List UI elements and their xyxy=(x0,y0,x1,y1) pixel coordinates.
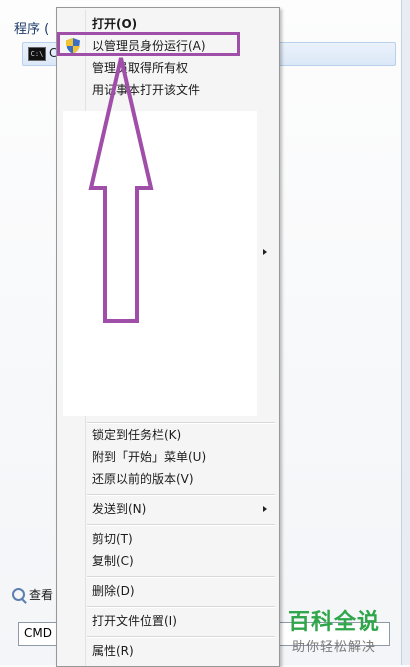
menu-item-label: 属性(R) xyxy=(92,644,134,658)
see-more-results-link[interactable]: 查看 xyxy=(12,586,53,603)
menu-item-label: 附到「开始」菜单(U) xyxy=(92,450,207,464)
menu-item-label: 打开文件位置(I) xyxy=(92,614,177,628)
annotation-up-arrow-icon xyxy=(88,57,154,323)
menu-item-restore-previous[interactable]: 还原以前的版本(V) xyxy=(59,468,277,490)
menu-separator xyxy=(87,494,275,496)
menu-item-label: 发送到(N) xyxy=(92,502,147,516)
search-icon xyxy=(12,588,25,601)
menu-separator xyxy=(87,576,275,578)
menu-separator xyxy=(87,636,275,638)
menu-item-properties[interactable]: 属性(R) xyxy=(59,640,277,662)
cmd-icon: C:\ xyxy=(28,47,46,61)
watermark-subtitle: 助你轻松解决 xyxy=(292,640,377,655)
menu-item-open-file-location[interactable]: 打开文件位置(I) xyxy=(59,610,277,632)
see-more-label: 查看 xyxy=(29,588,54,602)
menu-item-copy[interactable]: 复制(C) xyxy=(59,550,277,572)
menu-separator xyxy=(87,524,275,526)
right-window-edge xyxy=(401,0,410,665)
submenu-arrow-icon xyxy=(263,249,267,255)
menu-item-cut[interactable]: 剪切(T) xyxy=(59,528,277,550)
watermark-logo: 百科全说 助你轻松解决 xyxy=(286,604,401,660)
submenu-arrow-icon xyxy=(263,506,267,512)
menu-separator xyxy=(87,606,275,608)
menu-item-label: 还原以前的版本(V) xyxy=(92,472,194,486)
menu-item-pin-start-menu[interactable]: 附到「开始」菜单(U) xyxy=(59,446,277,468)
menu-item-pin-taskbar[interactable]: 锁定到任务栏(K) xyxy=(59,424,277,446)
menu-item-label: 锁定到任务栏(K) xyxy=(92,428,182,442)
menu-item-label: 删除(D) xyxy=(92,584,135,598)
menu-item-delete[interactable]: 删除(D) xyxy=(59,580,277,602)
programs-section-title: 程序 ( xyxy=(14,22,50,37)
menu-item-send-to[interactable]: 发送到(N) xyxy=(59,498,277,520)
run-as-admin-highlight-box xyxy=(57,32,240,56)
menu-item-label: 剪切(T) xyxy=(92,532,133,546)
watermark-title: 百科全说 xyxy=(288,610,381,635)
menu-item-label: 复制(C) xyxy=(92,554,134,568)
